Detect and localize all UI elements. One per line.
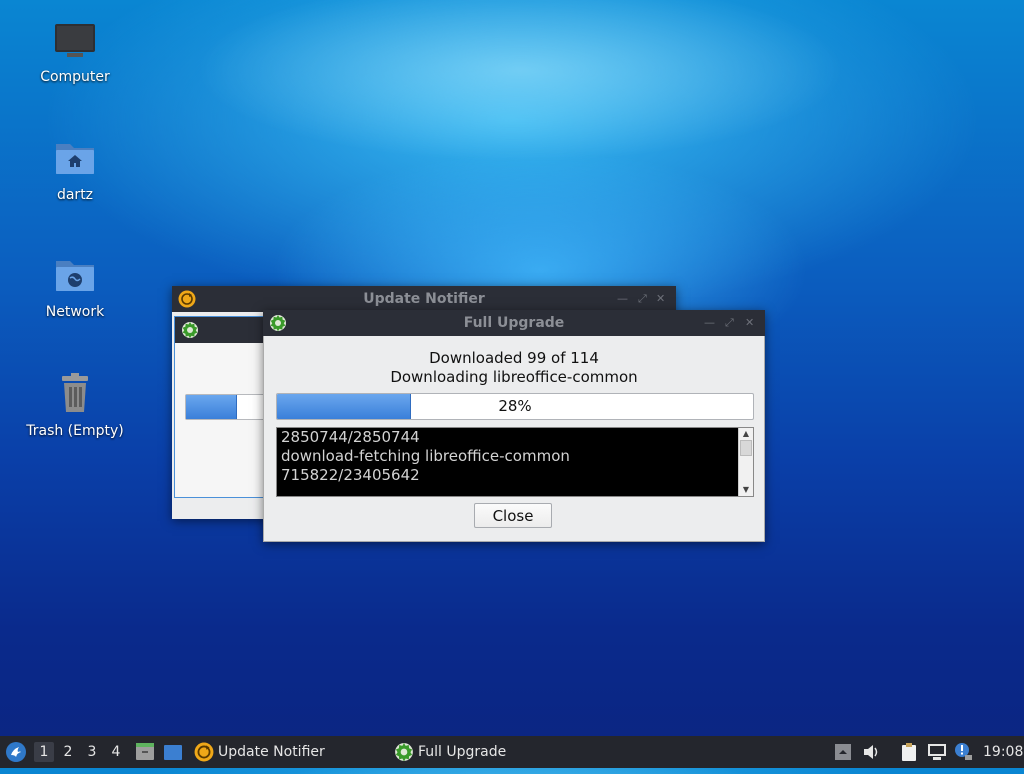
progress-percent-text: 28% xyxy=(498,397,532,415)
minimize-icon[interactable]: — xyxy=(704,316,715,329)
notifier-progress-fill xyxy=(186,395,237,419)
window-title: Full Upgrade xyxy=(463,315,565,331)
desktop-icon-label: dartz xyxy=(56,187,94,203)
workspace-2[interactable]: 2 xyxy=(58,742,78,762)
scroll-up-icon[interactable]: ▲ xyxy=(739,428,753,440)
gear-icon xyxy=(181,321,199,343)
maximize-icon[interactable]: ⤢ xyxy=(638,292,647,306)
window-titlebar[interactable]: Full Upgrade — ⤢ ✕ xyxy=(263,310,765,336)
desktop-icon-computer[interactable]: Computer xyxy=(10,20,140,85)
close-button[interactable]: Close xyxy=(474,503,552,528)
trash-icon xyxy=(10,372,140,418)
notifier-progress-bar xyxy=(185,394,267,420)
inner-titlebar xyxy=(175,317,264,343)
scrollbar-thumb[interactable] xyxy=(740,440,752,456)
downloading-package-text: Downloading libreoffice-common xyxy=(390,368,638,386)
workspace-3[interactable]: 3 xyxy=(82,742,102,762)
workspace-1[interactable]: 1 xyxy=(34,742,54,762)
gear-icon xyxy=(394,742,414,774)
taskbar: 1 2 3 4 Update Notifier Full Upgrade 19:… xyxy=(0,736,1024,768)
log-line: 2850744/2850744 xyxy=(281,428,420,446)
desktop-icon-network[interactable]: Network xyxy=(10,255,140,320)
file-manager-icon[interactable] xyxy=(135,742,155,766)
window-titlebar[interactable]: Update Notifier — ⤢ ✕ xyxy=(172,286,676,312)
log-scrollbar[interactable]: ▲ ▼ xyxy=(738,428,753,496)
show-desktop-icon[interactable] xyxy=(163,742,183,766)
desktop-icon-label: Computer xyxy=(40,69,110,85)
desktop-icon-label: Trash (Empty) xyxy=(26,423,124,439)
full-upgrade-window[interactable]: Full Upgrade — ⤢ ✕ Downloaded 99 of 114 … xyxy=(263,310,765,542)
upgrade-window-body: Downloaded 99 of 114 Downloading libreof… xyxy=(263,336,765,542)
network-folder-icon xyxy=(10,255,140,299)
desktop-icon-label: Network xyxy=(45,304,105,320)
maximize-icon[interactable]: ⤢ xyxy=(725,316,734,330)
workspace-4[interactable]: 4 xyxy=(106,742,126,762)
computer-icon xyxy=(10,20,140,64)
volume-icon[interactable] xyxy=(863,744,881,764)
desktop-icon-trash[interactable]: Trash (Empty) xyxy=(10,372,140,439)
update-notifier-icon xyxy=(194,742,214,774)
window-title: Update Notifier xyxy=(363,291,485,307)
home-folder-icon xyxy=(10,138,140,182)
close-icon[interactable]: ✕ xyxy=(745,316,754,329)
scroll-down-icon[interactable]: ▼ xyxy=(739,484,753,496)
close-icon[interactable]: ✕ xyxy=(656,292,665,305)
network-connection-icon[interactable] xyxy=(927,743,947,765)
clipboard-icon[interactable] xyxy=(899,742,919,766)
download-log[interactable]: 2850744/2850744 download-fetching libreo… xyxy=(276,427,754,497)
start-menu-icon[interactable] xyxy=(5,741,27,763)
task-label: Full Upgrade xyxy=(418,744,507,760)
upgrade-progress-bar: 28% xyxy=(276,393,754,420)
clock[interactable]: 19:08 xyxy=(983,736,1023,768)
desktop-icon-home[interactable]: dartz xyxy=(10,138,140,203)
update-available-icon[interactable] xyxy=(953,741,973,765)
download-count-text: Downloaded 99 of 114 xyxy=(429,349,599,367)
log-line: 715822/23405642 xyxy=(281,466,420,484)
minimize-icon[interactable]: — xyxy=(617,292,628,305)
log-line: download-fetching libreoffice-common xyxy=(281,447,570,465)
tray-expand-icon[interactable] xyxy=(835,744,851,764)
task-label: Update Notifier xyxy=(218,744,325,760)
